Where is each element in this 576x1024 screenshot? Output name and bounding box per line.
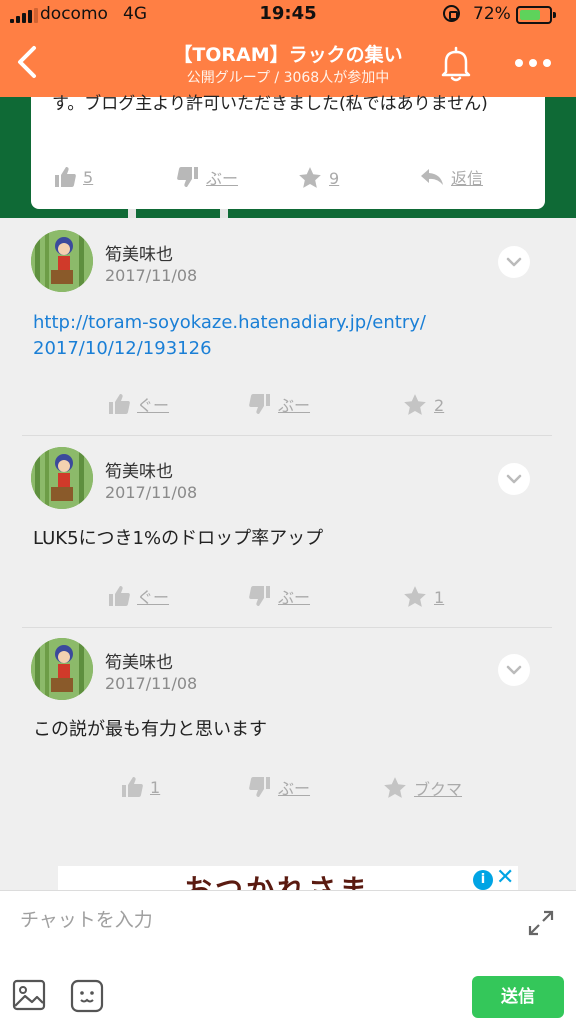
comment-menu-button[interactable]: [498, 246, 530, 278]
comment-author[interactable]: 筍美味也: [105, 457, 173, 482]
star-icon: [404, 586, 426, 607]
good-button[interactable]: ぐー: [107, 584, 169, 608]
chevron-left-icon: [18, 46, 36, 78]
comment-date: 2017/11/08: [105, 674, 198, 693]
thumbs-up-icon: [109, 586, 130, 606]
boo-label: ぶー: [278, 588, 311, 607]
star-icon: [299, 167, 321, 188]
comment-item: 筍美味也 2017/11/08 http://toram-soyokaze.ha…: [0, 230, 576, 435]
battery-icon: [516, 6, 556, 24]
good-button[interactable]: 1: [120, 775, 160, 799]
post-actions: 5 ぶー 9 返信: [31, 165, 545, 195]
comment-menu-button[interactable]: [498, 654, 530, 686]
image-button[interactable]: [12, 979, 46, 1011]
thumbs-down-icon: [249, 586, 270, 606]
chevron-down-icon: [506, 257, 522, 267]
bookmark-label: ブクマ: [414, 780, 463, 799]
orientation-lock-icon: [443, 5, 460, 22]
bell-icon: [441, 46, 471, 82]
comment-body: LUK5につき1%のドロップ率アップ: [33, 528, 324, 549]
reply-label: 返信: [451, 169, 484, 188]
boo-label: ぶー: [206, 169, 239, 188]
star-button[interactable]: 1: [402, 584, 444, 610]
thumbs-down-icon: [249, 394, 270, 414]
reply-button[interactable]: 返信: [419, 165, 483, 189]
back-button[interactable]: [8, 40, 48, 84]
avatar[interactable]: [31, 230, 93, 292]
boo-button[interactable]: ぶー: [248, 775, 310, 799]
avatar[interactable]: [31, 447, 93, 509]
comment-author[interactable]: 筍美味也: [105, 648, 173, 673]
avatar-image: [31, 230, 93, 292]
thumbs-up-icon: [122, 777, 143, 797]
thumbs-down-icon: [249, 777, 270, 797]
notification-button[interactable]: [437, 44, 475, 84]
boo-button[interactable]: ぶー: [248, 584, 310, 608]
ad-text: おつかれさま: [184, 873, 371, 892]
boo-button[interactable]: ぶー: [176, 165, 238, 189]
comment-actions: 1 ぶー ブクマ: [0, 775, 576, 805]
star-count: 9: [329, 168, 340, 188]
group-title[interactable]: 【TORAM】ラックの集い: [90, 40, 486, 67]
chat-bar: 送信: [0, 890, 576, 1024]
link-line-1: http://toram-soyokaze.hatenadiary.jp/ent…: [33, 312, 426, 333]
boo-button[interactable]: ぶー: [248, 392, 310, 416]
sticker-button[interactable]: [70, 979, 104, 1013]
star-button[interactable]: 9: [297, 165, 339, 191]
divider: [22, 627, 552, 628]
chevron-down-icon: [506, 665, 522, 675]
avatar-image: [31, 638, 93, 700]
star-button[interactable]: 2: [402, 392, 444, 418]
boo-label: ぶー: [278, 396, 311, 415]
comment-link[interactable]: http://toram-soyokaze.hatenadiary.jp/ent…: [33, 310, 553, 362]
star-label: 2: [434, 395, 445, 415]
star-icon: [384, 777, 406, 798]
good-label: ぐー: [137, 396, 170, 415]
chevron-down-icon: [506, 474, 522, 484]
comment-author[interactable]: 筍美味也: [105, 240, 173, 265]
boo-label: ぶー: [278, 779, 311, 798]
ad-info-icon[interactable]: i: [473, 870, 493, 890]
divider: [22, 435, 552, 436]
good-button[interactable]: 5: [53, 165, 93, 189]
group-subtitle: 公開グループ / 3068人が参加中: [186, 70, 390, 86]
comment-actions: ぐー ぶー 2: [0, 392, 576, 422]
reply-icon: [421, 169, 443, 185]
send-button[interactable]: 送信: [472, 976, 564, 1018]
thumbs-up-icon: [55, 167, 76, 187]
more-dots-icon[interactable]: [511, 48, 555, 78]
ad-close-icon[interactable]: ✕: [496, 866, 514, 890]
status-bar: docomo 4G 19:45 72%: [0, 0, 576, 30]
comment-date: 2017/11/08: [105, 266, 198, 285]
ad-banner[interactable]: おつかれさま i ✕: [58, 866, 518, 892]
expand-button[interactable]: [527, 909, 555, 937]
good-label: 1: [150, 777, 161, 797]
comment-item: 筍美味也 2017/11/08 LUK5につき1%のドロップ率アップ ぐー ぶー…: [0, 447, 576, 627]
comment-menu-button[interactable]: [498, 463, 530, 495]
good-count: 5: [83, 167, 94, 187]
thumbs-up-icon: [109, 394, 130, 414]
post-text: す。ブログ主より許可いただきました(私ではありません): [52, 94, 488, 114]
comment-actions: ぐー ぶー 1: [0, 584, 576, 614]
good-label: ぐー: [137, 588, 170, 607]
sticker-icon: [70, 979, 104, 1013]
comment-item: 筍美味也 2017/11/08 この説が最も有力と思います 1 ぶー ブクマ: [0, 638, 576, 818]
avatar[interactable]: [31, 638, 93, 700]
thumbs-down-icon: [177, 167, 198, 187]
battery-fill: [520, 10, 541, 20]
app-header: docomo 4G 19:45 72% 【TORAM】ラックの集い 公開グループ…: [0, 0, 576, 97]
star-label: 1: [434, 587, 445, 607]
link-line-2: 2017/10/12/193126: [33, 338, 212, 359]
avatar-image: [31, 447, 93, 509]
image-icon: [12, 979, 46, 1011]
comment-date: 2017/11/08: [105, 483, 198, 502]
bookmark-button[interactable]: ブクマ: [382, 775, 462, 801]
battery-percent: 72%: [473, 4, 511, 24]
chat-input[interactable]: [20, 905, 500, 935]
expand-icon: [528, 910, 554, 936]
post-card: す。ブログ主より許可いただきました(私ではありません) 5 ぶー 9 返信: [31, 94, 545, 209]
good-button[interactable]: ぐー: [107, 392, 169, 416]
comment-body: この説が最も有力と思います: [33, 719, 267, 740]
star-icon: [404, 394, 426, 415]
